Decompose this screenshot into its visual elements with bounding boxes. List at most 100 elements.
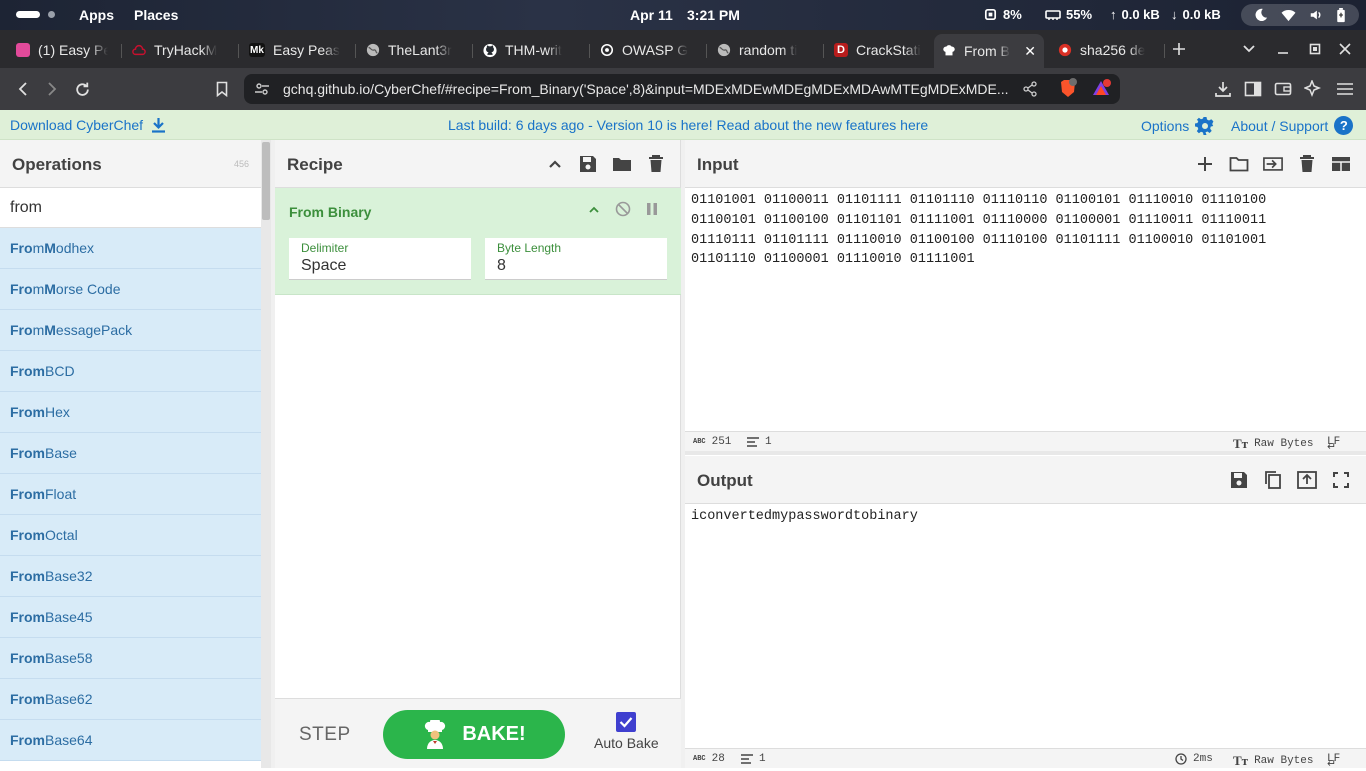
new-tab-plus-icon[interactable] bbox=[1168, 38, 1190, 60]
minimize-window-icon[interactable] bbox=[1272, 38, 1294, 60]
collapse-operation-chevron-up-icon[interactable] bbox=[588, 202, 600, 220]
byte-length-field[interactable]: Byte Length 8 bbox=[485, 238, 667, 280]
operation-item[interactable]: From Float bbox=[0, 474, 261, 515]
operation-item[interactable]: Fro m Modhex bbox=[0, 228, 261, 269]
bake-button[interactable]: BAKE! bbox=[383, 710, 565, 759]
operation-item[interactable]: Fro m Morse Code bbox=[0, 269, 261, 310]
step-button[interactable]: STEP bbox=[299, 724, 351, 746]
tab-sha256-decrypt[interactable]: sha256 de bbox=[1050, 36, 1160, 64]
operation-item[interactable]: From Base45 bbox=[0, 597, 261, 638]
operation-item[interactable]: Fro m MessagePack bbox=[0, 310, 261, 351]
back-arrow-icon[interactable] bbox=[12, 78, 34, 100]
operations-search-input[interactable] bbox=[0, 188, 261, 227]
output-eol-selector[interactable]: ↵ LF bbox=[1327, 753, 1340, 771]
tab-easy-peasy-1[interactable]: (1) Easy Pe bbox=[8, 36, 116, 64]
recipe-panel: Recipe From Binary Delimiter Space Byte … bbox=[275, 140, 681, 768]
date-label[interactable]: Apr 11 bbox=[630, 7, 673, 23]
operation-item[interactable]: From Base32 bbox=[0, 556, 261, 597]
share-icon[interactable] bbox=[1022, 81, 1038, 100]
copy-output-icon[interactable] bbox=[1263, 470, 1283, 490]
auto-bake-label[interactable]: Auto Bake bbox=[594, 735, 659, 751]
download-icon bbox=[152, 118, 166, 133]
io-splitter-handle[interactable] bbox=[685, 451, 1366, 455]
clock-label[interactable]: 3:21 PM bbox=[687, 7, 740, 23]
output-text[interactable]: iconvertedmypasswordtobinary bbox=[691, 507, 918, 527]
tab-easy-peasy-2[interactable]: Mk Easy Peas bbox=[241, 36, 351, 64]
operation-item[interactable]: From Base bbox=[0, 433, 261, 474]
hamburger-menu-icon[interactable] bbox=[1334, 78, 1356, 100]
places-menu[interactable]: Places bbox=[134, 7, 178, 23]
system-tray[interactable] bbox=[1241, 4, 1359, 26]
workspace-dot[interactable] bbox=[48, 11, 55, 18]
delimiter-label: Delimiter bbox=[301, 241, 349, 255]
operations-panel: Operations 456 From ModhexFrom Morse Cod… bbox=[0, 140, 261, 768]
delimiter-field[interactable]: Delimiter Space bbox=[289, 238, 471, 280]
save-output-icon[interactable] bbox=[1229, 470, 1249, 490]
operation-item[interactable]: From Hex bbox=[0, 392, 261, 433]
pause-breakpoint-icon[interactable] bbox=[646, 202, 658, 221]
tab-thm-writeup[interactable]: THM-writ bbox=[475, 36, 585, 64]
input-encoding-selector[interactable]: Tт Raw Bytes bbox=[1233, 436, 1313, 452]
operation-item[interactable]: From Base62 bbox=[0, 679, 261, 720]
output-encoding-selector[interactable]: Tт Raw Bytes bbox=[1233, 753, 1313, 769]
input-line[interactable]: 01110111 01101111 01110010 01100100 0111… bbox=[691, 231, 1266, 251]
input-eol-selector[interactable]: ↵ LF bbox=[1327, 436, 1340, 454]
operation-item[interactable]: From Base58 bbox=[0, 638, 261, 679]
tab-list-chevron-down-icon[interactable] bbox=[1238, 38, 1260, 60]
maximize-window-icon[interactable] bbox=[1304, 38, 1326, 60]
options-button[interactable]: Options bbox=[1141, 116, 1215, 136]
save-recipe-icon[interactable] bbox=[578, 154, 598, 174]
delimiter-value[interactable]: Space bbox=[301, 257, 346, 275]
address-bar[interactable]: gchq.github.io/CyberChef/#recipe=From_Bi… bbox=[244, 74, 1120, 104]
apps-menu[interactable]: Apps bbox=[79, 7, 114, 23]
build-notice-link[interactable]: Last build: 6 days ago - Version 10 is h… bbox=[448, 117, 928, 133]
open-file-folder-icon[interactable] bbox=[1229, 154, 1249, 174]
open-folder-input-icon[interactable] bbox=[1263, 154, 1283, 174]
operations-scrollbar[interactable] bbox=[261, 140, 271, 768]
sidebar-toggle-icon[interactable] bbox=[1242, 78, 1264, 100]
load-recipe-folder-icon[interactable] bbox=[612, 154, 632, 174]
tab-owasp[interactable]: OWASP G bbox=[592, 36, 702, 64]
input-textarea[interactable]: 01101001 01100011 01101111 01101110 0111… bbox=[691, 191, 1266, 270]
wallet-icon[interactable] bbox=[1272, 78, 1294, 100]
recipe-operation-from-binary[interactable]: From Binary Delimiter Space Byte Length … bbox=[275, 188, 681, 295]
scrollbar-thumb[interactable] bbox=[262, 142, 270, 220]
auto-bake-checkbox[interactable] bbox=[616, 712, 636, 732]
input-line[interactable]: 01100101 01100100 01101101 01111001 0111… bbox=[691, 211, 1266, 231]
brave-rewards-icon[interactable] bbox=[1090, 78, 1112, 103]
forward-arrow-icon[interactable] bbox=[41, 78, 63, 100]
operation-item[interactable]: From Octal bbox=[0, 515, 261, 556]
leo-ai-sparkle-icon[interactable] bbox=[1302, 78, 1324, 100]
input-line[interactable]: 01101001 01100011 01101111 01101110 0111… bbox=[691, 191, 1266, 211]
workspace-indicator[interactable] bbox=[16, 11, 40, 18]
add-input-tab-plus-icon[interactable] bbox=[1195, 154, 1215, 174]
replace-input-with-output-icon[interactable] bbox=[1297, 470, 1317, 490]
input-line[interactable]: 01101110 01100001 01110010 01111001 bbox=[691, 250, 1266, 270]
about-support-button[interactable]: About / Support ? bbox=[1231, 116, 1354, 135]
collapse-all-chevron-up-icon[interactable] bbox=[545, 154, 565, 174]
brave-shields-icon[interactable] bbox=[1058, 78, 1078, 103]
operation-item[interactable]: From BCD bbox=[0, 351, 261, 392]
downloads-icon[interactable] bbox=[1212, 78, 1234, 100]
url-text[interactable]: gchq.github.io/CyberChef/#recipe=From_Bi… bbox=[283, 81, 1013, 97]
tab-random-tips[interactable]: random ti bbox=[709, 36, 819, 64]
clear-recipe-trash-icon[interactable] bbox=[646, 154, 666, 174]
operation-item[interactable]: From Base64 bbox=[0, 720, 261, 761]
clear-input-trash-icon[interactable] bbox=[1297, 154, 1317, 174]
disable-operation-icon[interactable] bbox=[615, 201, 631, 222]
reset-layout-icon[interactable] bbox=[1331, 154, 1351, 174]
tab-crackstation[interactable]: D CrackStati bbox=[826, 36, 934, 64]
tab-thelant3rn[interactable]: TheLant3r bbox=[358, 36, 468, 64]
download-cyberchef-link[interactable]: Download CyberChef bbox=[10, 117, 166, 133]
memory-value: 55% bbox=[1066, 7, 1093, 22]
tab-cyberchef-active[interactable]: From B ✕ bbox=[934, 34, 1044, 68]
bookmark-icon[interactable] bbox=[211, 78, 233, 100]
browser-toolbar: gchq.github.io/CyberChef/#recipe=From_Bi… bbox=[0, 68, 1366, 110]
reload-icon[interactable] bbox=[71, 78, 93, 100]
close-tab-icon[interactable]: ✕ bbox=[1024, 43, 1036, 60]
maximize-output-icon[interactable] bbox=[1331, 470, 1351, 490]
byte-length-value[interactable]: 8 bbox=[497, 257, 506, 275]
site-info-icon[interactable] bbox=[254, 81, 270, 100]
tab-tryhackme[interactable]: TryHackM bbox=[124, 36, 234, 64]
close-window-icon[interactable] bbox=[1334, 38, 1356, 60]
